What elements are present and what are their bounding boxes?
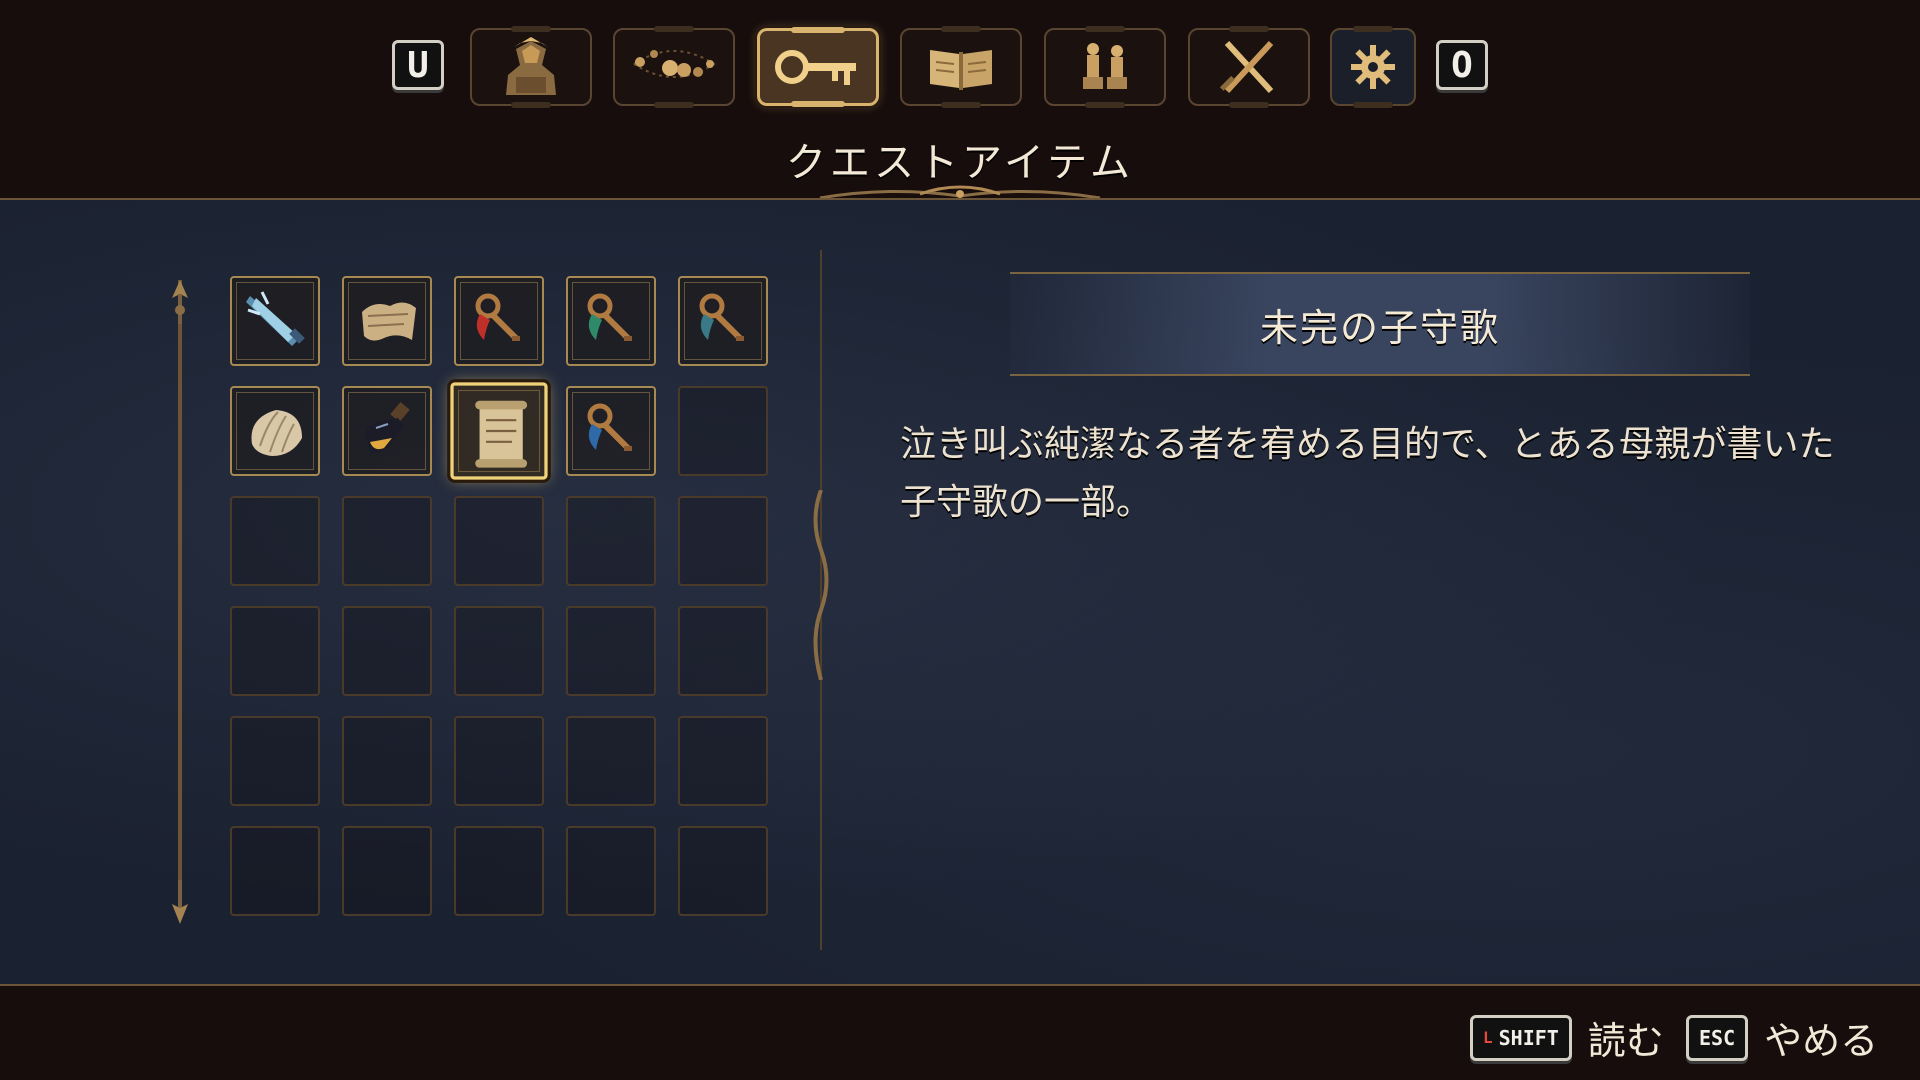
inventory-slot-selected[interactable] bbox=[450, 382, 548, 480]
inventory-slot-empty[interactable] bbox=[678, 386, 768, 476]
red-ribbon-key-icon bbox=[475, 293, 520, 341]
inventory-slot-empty[interactable] bbox=[230, 496, 320, 586]
key-icon bbox=[775, 50, 856, 85]
inventory-slot-empty[interactable] bbox=[566, 606, 656, 696]
inventory-slot[interactable] bbox=[230, 386, 320, 476]
scroll-up-icon[interactable] bbox=[168, 280, 192, 324]
inventory-slot-empty[interactable] bbox=[454, 716, 544, 806]
read-hint[interactable]: L SHIFT 読む bbox=[1470, 1010, 1664, 1065]
inventory-slot[interactable] bbox=[342, 386, 432, 476]
top-bar: U O クエストアイテム bbox=[0, 0, 1920, 200]
divider-ornament bbox=[813, 490, 829, 680]
section-title: クエストアイテム bbox=[786, 140, 1134, 186]
inventory-slot-empty[interactable] bbox=[566, 826, 656, 916]
inventory-screen: U O クエストアイテム 未完の子守歌 泣き叫ぶ純潔なる者を宥める目的で、とある… bbox=[0, 0, 1920, 1080]
seashell-icon bbox=[251, 410, 302, 456]
tab-character[interactable] bbox=[470, 28, 592, 106]
inventory-slot[interactable] bbox=[566, 386, 656, 476]
rosary-beads-icon bbox=[633, 50, 716, 78]
inventory-slot-empty[interactable] bbox=[230, 716, 320, 806]
shift-key-label: SHIFT bbox=[1498, 1025, 1559, 1050]
esc-key[interactable]: ESC bbox=[1686, 1014, 1749, 1061]
inventory-panel: 未完の子守歌 泣き叫ぶ純潔なる者を宥める目的で、とある母親が書いた子守歌の一部。 bbox=[0, 198, 1920, 986]
next-tab-key[interactable]: O bbox=[1436, 40, 1488, 90]
blue-ribbon-key-icon bbox=[587, 403, 632, 451]
inventory-slot-empty[interactable] bbox=[454, 496, 544, 586]
inventory-slot[interactable] bbox=[454, 276, 544, 366]
inventory-slot-empty[interactable] bbox=[678, 496, 768, 586]
inventory-slot-empty[interactable] bbox=[678, 716, 768, 806]
potion-bottle-icon bbox=[365, 402, 410, 453]
figurines-icon bbox=[1083, 43, 1127, 89]
inventory-slot[interactable] bbox=[342, 276, 432, 366]
exit-hint[interactable]: ESC やめる bbox=[1686, 1010, 1878, 1065]
tab-lore[interactable] bbox=[900, 28, 1022, 106]
inventory-slot-empty[interactable] bbox=[342, 606, 432, 696]
crossed-swords-icon bbox=[1219, 40, 1274, 94]
inventory-slot-empty[interactable] bbox=[342, 826, 432, 916]
inventory-slot-empty[interactable] bbox=[342, 716, 432, 806]
green-ribbon-key-icon bbox=[587, 293, 632, 341]
item-name-band: 未完の子守歌 bbox=[1010, 272, 1750, 376]
blue-crystal-dagger-icon bbox=[246, 291, 305, 346]
inventory-slot-empty[interactable] bbox=[230, 826, 320, 916]
esc-key-label: ESC bbox=[1699, 1025, 1736, 1050]
inventory-slot[interactable] bbox=[230, 276, 320, 366]
scroll-down-icon[interactable] bbox=[168, 880, 192, 924]
tab-settings[interactable] bbox=[1330, 28, 1416, 106]
open-book-icon bbox=[930, 50, 992, 90]
item-name: 未完の子守歌 bbox=[1259, 305, 1500, 350]
tab-quest-items[interactable] bbox=[757, 28, 879, 106]
item-description: 泣き叫ぶ純潔なる者を宥める目的で、とある母親が書いた子守歌の一部。 bbox=[900, 424, 1835, 523]
scroll-icon bbox=[475, 400, 528, 468]
inventory-slot-empty[interactable] bbox=[342, 496, 432, 586]
inventory-slot-empty[interactable] bbox=[678, 826, 768, 916]
exit-label: やめる bbox=[1764, 1019, 1879, 1063]
bottom-bar: L SHIFT 読む ESC やめる bbox=[0, 986, 1920, 1080]
inventory-slot-empty[interactable] bbox=[678, 606, 768, 696]
tab-rosary[interactable] bbox=[613, 28, 735, 106]
inventory-slot-empty[interactable] bbox=[454, 826, 544, 916]
left-modifier-mark: L bbox=[1483, 1028, 1493, 1047]
tab-figures[interactable] bbox=[1044, 28, 1166, 106]
inventory-slot-empty[interactable] bbox=[566, 496, 656, 586]
inventory-slot[interactable] bbox=[678, 276, 768, 366]
shift-key[interactable]: L SHIFT bbox=[1470, 1014, 1572, 1061]
item-grid bbox=[230, 276, 768, 916]
inventory-slot[interactable] bbox=[566, 276, 656, 366]
gear-icon bbox=[1351, 45, 1395, 89]
inventory-slot-empty[interactable] bbox=[454, 606, 544, 696]
prev-tab-key[interactable]: U bbox=[392, 40, 444, 90]
character-bust-icon bbox=[506, 37, 556, 95]
read-label: 読む bbox=[1587, 1019, 1664, 1063]
scrollbar-track[interactable] bbox=[178, 280, 182, 910]
tab-weapons[interactable] bbox=[1188, 28, 1310, 106]
teal-ribbon-key-icon bbox=[699, 293, 744, 341]
inventory-slot-empty[interactable] bbox=[230, 606, 320, 696]
inventory-slot-empty[interactable] bbox=[566, 716, 656, 806]
parchment-fragment-icon bbox=[362, 302, 416, 341]
